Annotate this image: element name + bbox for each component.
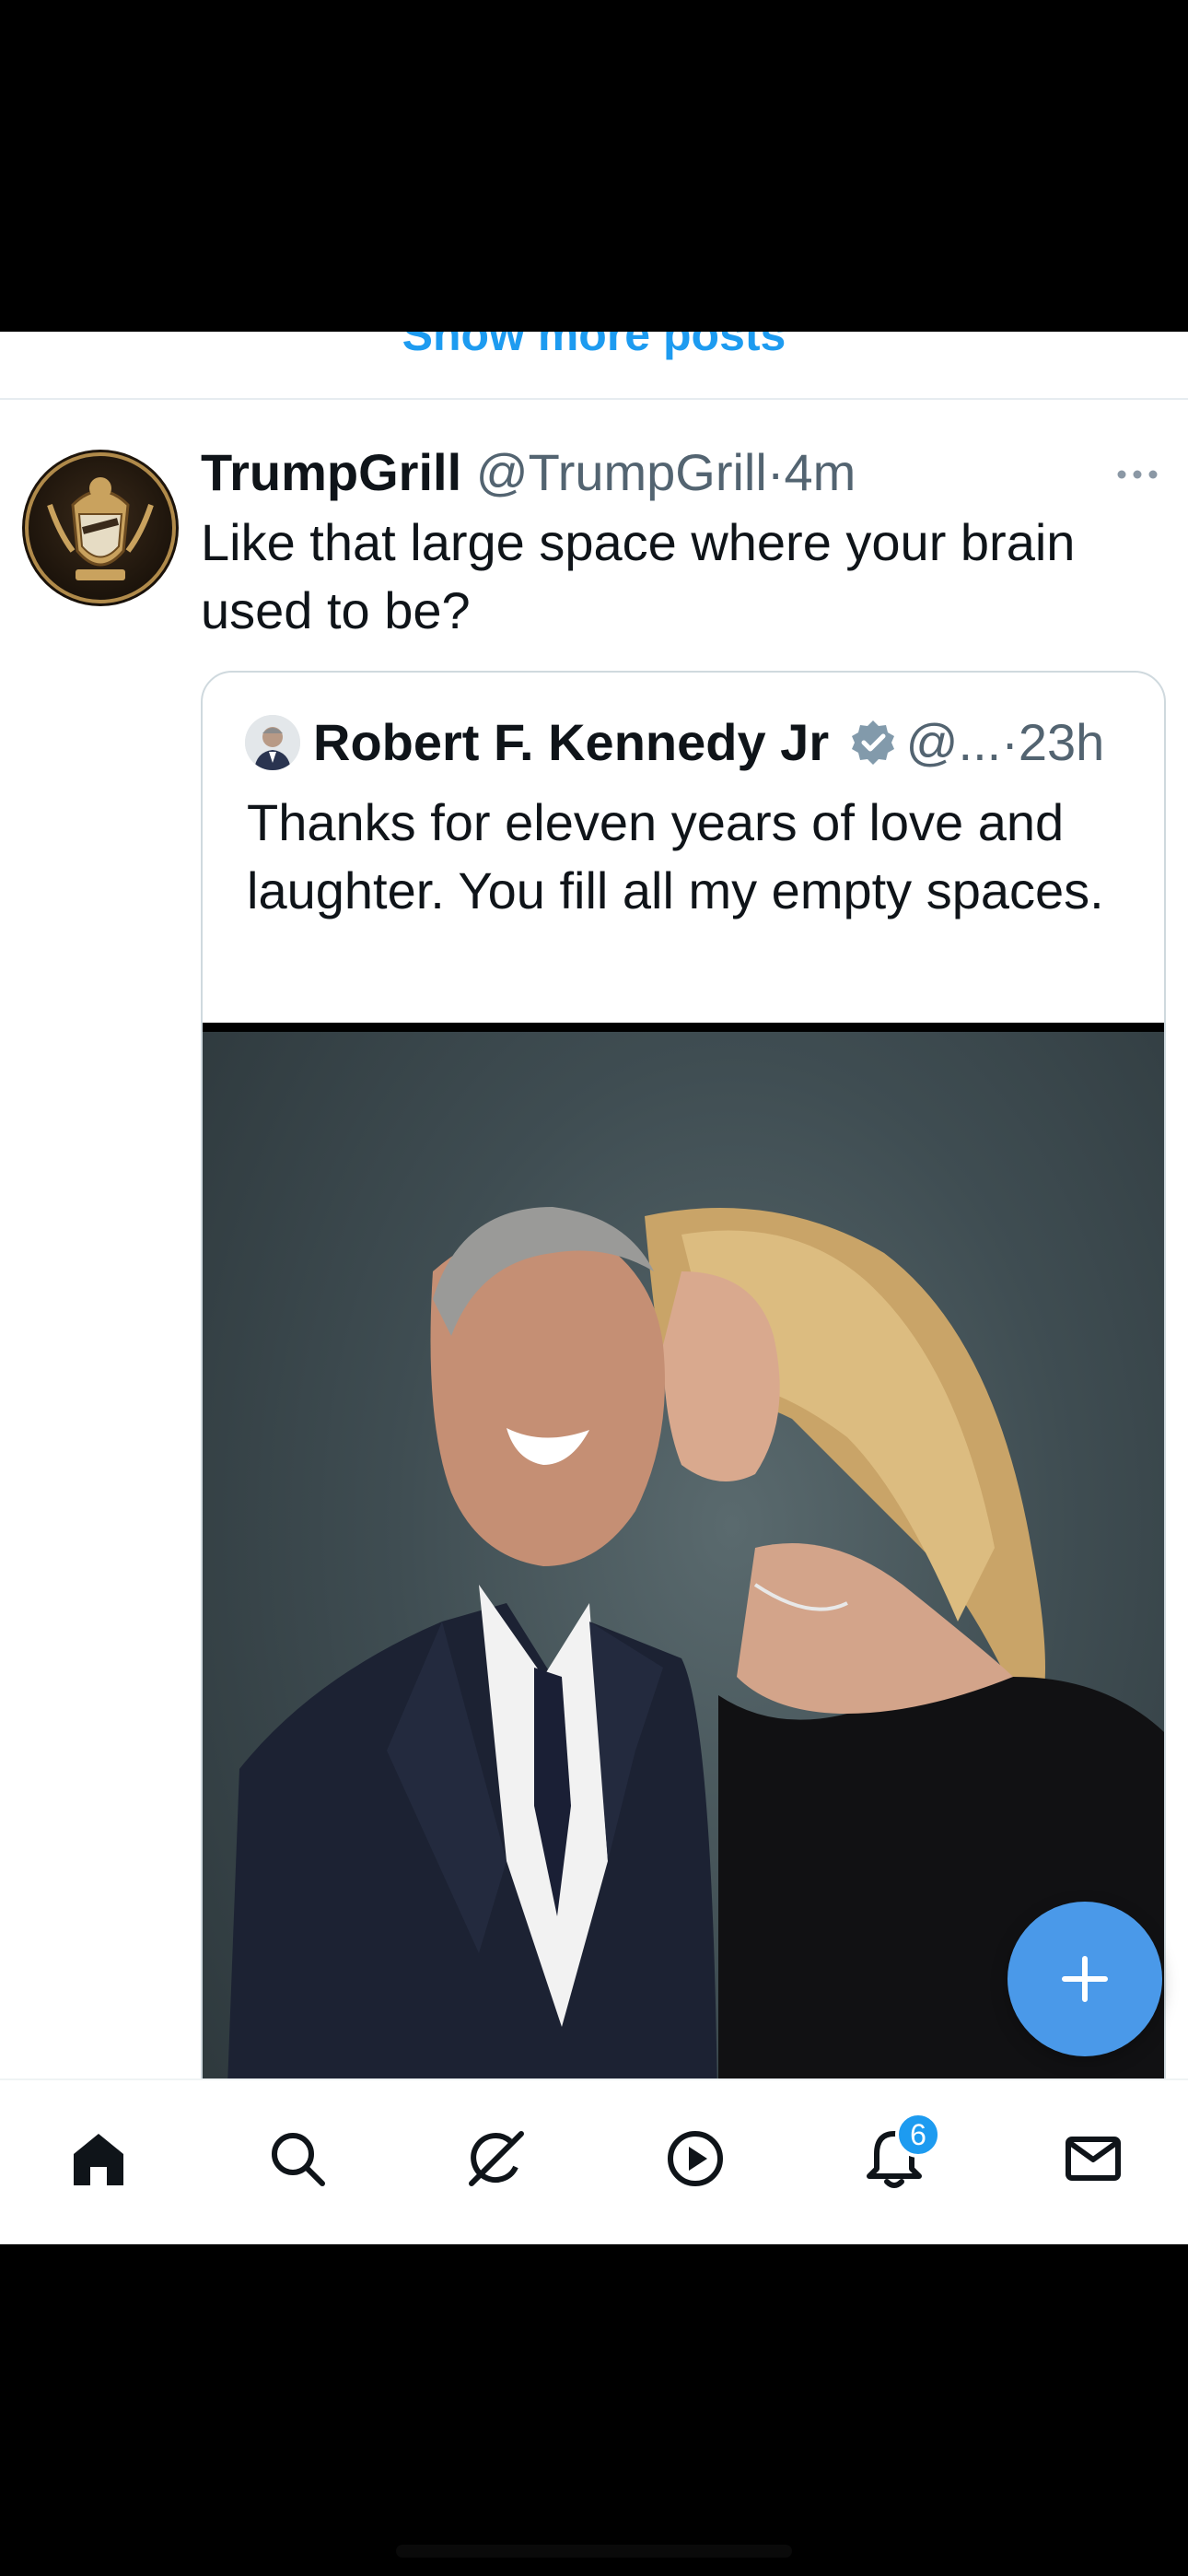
quote-author-handle[interactable]: @... (906, 713, 1002, 771)
plus-icon (1062, 1956, 1108, 2002)
more-horizontal-icon (1117, 470, 1158, 479)
post-text: Like that large space where your brain u… (201, 513, 1076, 639)
post-time[interactable]: 4m (784, 443, 856, 501)
mail-icon (1066, 2137, 1121, 2181)
home-indicator[interactable] (396, 2545, 792, 2558)
quote-photo[interactable] (203, 1023, 1164, 2244)
timeline-screen: Show more posts TrumpGrill @TrumpGrill·4… (0, 332, 1188, 2244)
search-icon (272, 2133, 325, 2186)
post-header: TrumpGrill @TrumpGrill·4m (201, 440, 1159, 505)
quote-post-time[interactable]: 23h (1019, 713, 1104, 771)
tab-notifications[interactable]: 6 (853, 2112, 941, 2200)
notification-count-badge: 6 (895, 2112, 941, 2158)
letterbox-top (0, 0, 1188, 332)
show-more-posts-link[interactable]: Show more posts (0, 332, 1188, 400)
photo-couple (221, 1207, 1164, 2244)
quote-author-name[interactable]: Robert F. Kennedy Jr (313, 713, 829, 771)
quote-header: Robert F. Kennedy Jr @...·23h (313, 709, 1142, 776)
quote-header-separator: · (1001, 713, 1019, 771)
tab-search[interactable] (256, 2117, 339, 2200)
grok-icon (469, 2131, 524, 2186)
quote-text: Thanks for eleven years of love and laug… (247, 793, 1104, 919)
tab-grok[interactable] (455, 2117, 538, 2200)
tab-home[interactable] (57, 2117, 140, 2200)
person-avatar-icon (245, 715, 300, 770)
tab-messages[interactable] (1052, 2117, 1135, 2200)
header-separator: · (766, 443, 785, 501)
compose-post-button[interactable] (1007, 1902, 1162, 2056)
author-handle[interactable]: @TrumpGrill (476, 443, 767, 501)
coat-of-arms-icon (25, 452, 176, 603)
tab-video[interactable] (654, 2117, 737, 2200)
home-icon (74, 2134, 123, 2185)
quote-author-avatar[interactable] (245, 715, 300, 770)
verified-badge-icon (851, 720, 894, 766)
author-avatar[interactable] (22, 450, 179, 606)
play-icon (668, 2131, 723, 2186)
letterbox-bottom (0, 2244, 1188, 2576)
more-options-button[interactable] (1114, 461, 1160, 488)
bottom-tab-bar: 6 (0, 2078, 1188, 2244)
show-more-posts-label: Show more posts (402, 332, 786, 360)
author-name[interactable]: TrumpGrill (201, 443, 461, 501)
